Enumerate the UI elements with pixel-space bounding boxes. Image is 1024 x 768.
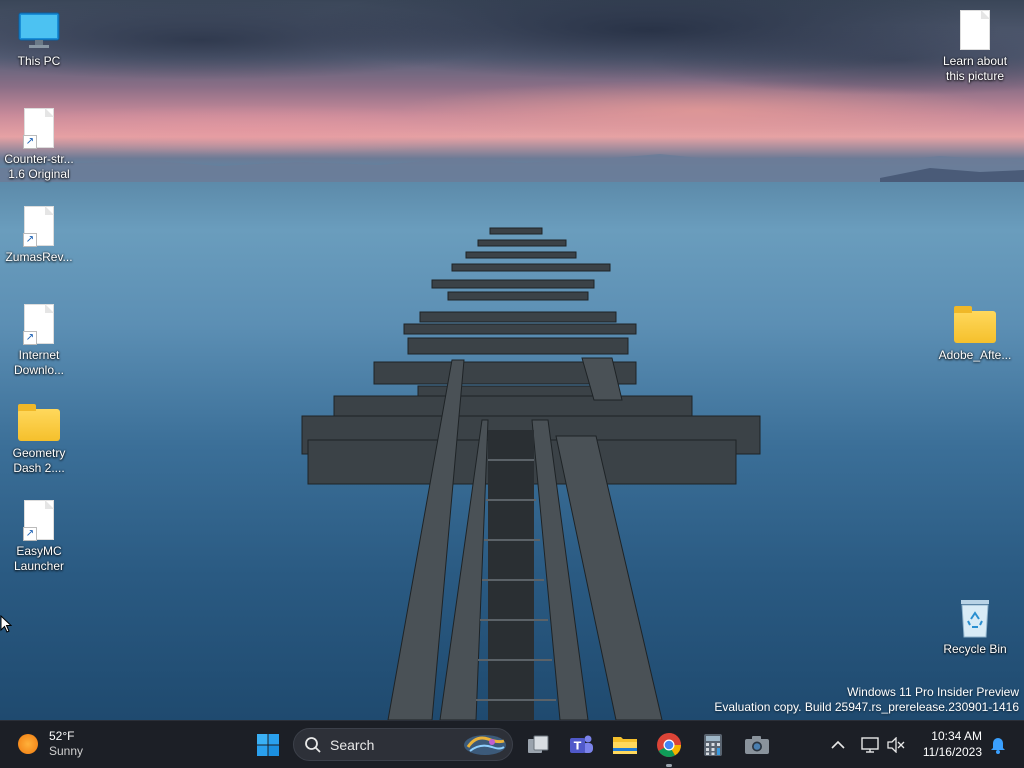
task-view-button[interactable] [520, 727, 556, 763]
file-explorer-button[interactable] [607, 727, 643, 763]
wooden-pier [301, 227, 761, 720]
calculator-icon [704, 734, 722, 756]
chrome-button[interactable] [651, 727, 687, 767]
camera-button[interactable] [739, 727, 775, 763]
search-highlight-icon [464, 735, 506, 755]
folder-icon [17, 400, 61, 444]
sun-icon [18, 734, 38, 754]
desktop-icon-zumas-revenge[interactable]: ↗ ZumasRev... [1, 204, 77, 265]
weather-widget[interactable]: 52°F Sunny [18, 729, 83, 759]
watermark-line1: Windows 11 Pro Insider Preview [847, 685, 1019, 699]
desktop-icon-label: Learn about this picture [942, 54, 1008, 83]
desktop-background[interactable]: This PC ↗ Counter-str... 1.6 Original ↗ … [0, 0, 1024, 720]
evaluation-watermark: Windows 11 Pro Insider Preview Evaluatio… [714, 685, 1019, 715]
file-explorer-icon [613, 737, 637, 754]
mouse-cursor-icon [0, 615, 12, 633]
desktop-icon-label: Internet Downlo... [13, 348, 65, 377]
file-shortcut-icon: ↗ [17, 204, 61, 248]
clock-date: 11/16/2023 [922, 745, 982, 759]
recycle-bin-icon [953, 596, 997, 640]
file-shortcut-icon: ↗ [17, 498, 61, 542]
desktop-icon-label: ZumasRev... [5, 250, 73, 264]
desktop-icon-counter-strike[interactable]: ↗ Counter-str... 1.6 Original [1, 106, 77, 182]
desktop-icon-learn-about-picture[interactable]: Learn about this picture [937, 8, 1013, 84]
start-button[interactable] [250, 727, 286, 763]
desktop-icon-label: Adobe_Afte... [938, 348, 1012, 362]
chrome-icon [657, 733, 681, 758]
file-shortcut-icon: ↗ [17, 106, 61, 150]
search-box[interactable]: Search [293, 728, 513, 761]
weather-temp: 52°F [49, 729, 75, 743]
clock[interactable]: 10:34 AM 11/16/2023 [923, 728, 982, 760]
volume-button[interactable] [878, 727, 914, 763]
taskbar: 52°F Sunny Search T 10:34 AM 11/16/2023 [0, 720, 1024, 768]
folder-icon [953, 302, 997, 346]
desktop-icon-this-pc[interactable]: This PC [1, 8, 77, 69]
file-shortcut-icon: ↗ [17, 302, 61, 346]
file-icon [953, 8, 997, 52]
teams-icon: T [570, 735, 593, 753]
search-icon [305, 736, 321, 753]
notifications-button[interactable] [980, 727, 1016, 763]
svg-text:T: T [574, 740, 582, 753]
task-view-icon [528, 735, 549, 753]
show-hidden-icons-button[interactable] [820, 727, 856, 763]
weather-condition: Sunny [49, 744, 84, 758]
desktop-icon-label: This PC [17, 54, 61, 68]
desktop-icon-geometry-dash[interactable]: Geometry Dash 2.... [1, 400, 77, 476]
camera-icon [745, 736, 769, 754]
search-label: Search [330, 736, 375, 753]
volume-muted-icon [887, 737, 905, 753]
desktop-icon-label: Counter-str... 1.6 Original [4, 152, 74, 181]
desktop-icon-recycle-bin[interactable]: Recycle Bin [937, 596, 1013, 657]
desktop-icon-easymc-launcher[interactable]: ↗ EasyMC Launcher [1, 498, 77, 574]
watermark-line2: Evaluation copy. Build 25947.rs_prerelea… [714, 700, 1019, 714]
calculator-button[interactable] [695, 727, 731, 763]
desktop-icon-label: Recycle Bin [943, 642, 1007, 656]
network-icon [861, 737, 879, 753]
desktop-icon-label: EasyMC Launcher [13, 544, 65, 573]
chevron-up-icon [831, 740, 845, 749]
clock-time: 10:34 AM [931, 729, 982, 743]
active-app-indicator [666, 764, 672, 767]
desktop-icon-internet-download[interactable]: ↗ Internet Downlo... [1, 302, 77, 378]
start-icon [257, 734, 279, 756]
desktop-icon-label: Geometry Dash 2.... [12, 446, 66, 475]
desktop-icon-adobe-after-effects[interactable]: Adobe_Afte... [937, 302, 1013, 363]
teams-button[interactable]: T [563, 727, 599, 763]
monitor-icon [17, 8, 61, 52]
bell-icon [991, 738, 1005, 754]
